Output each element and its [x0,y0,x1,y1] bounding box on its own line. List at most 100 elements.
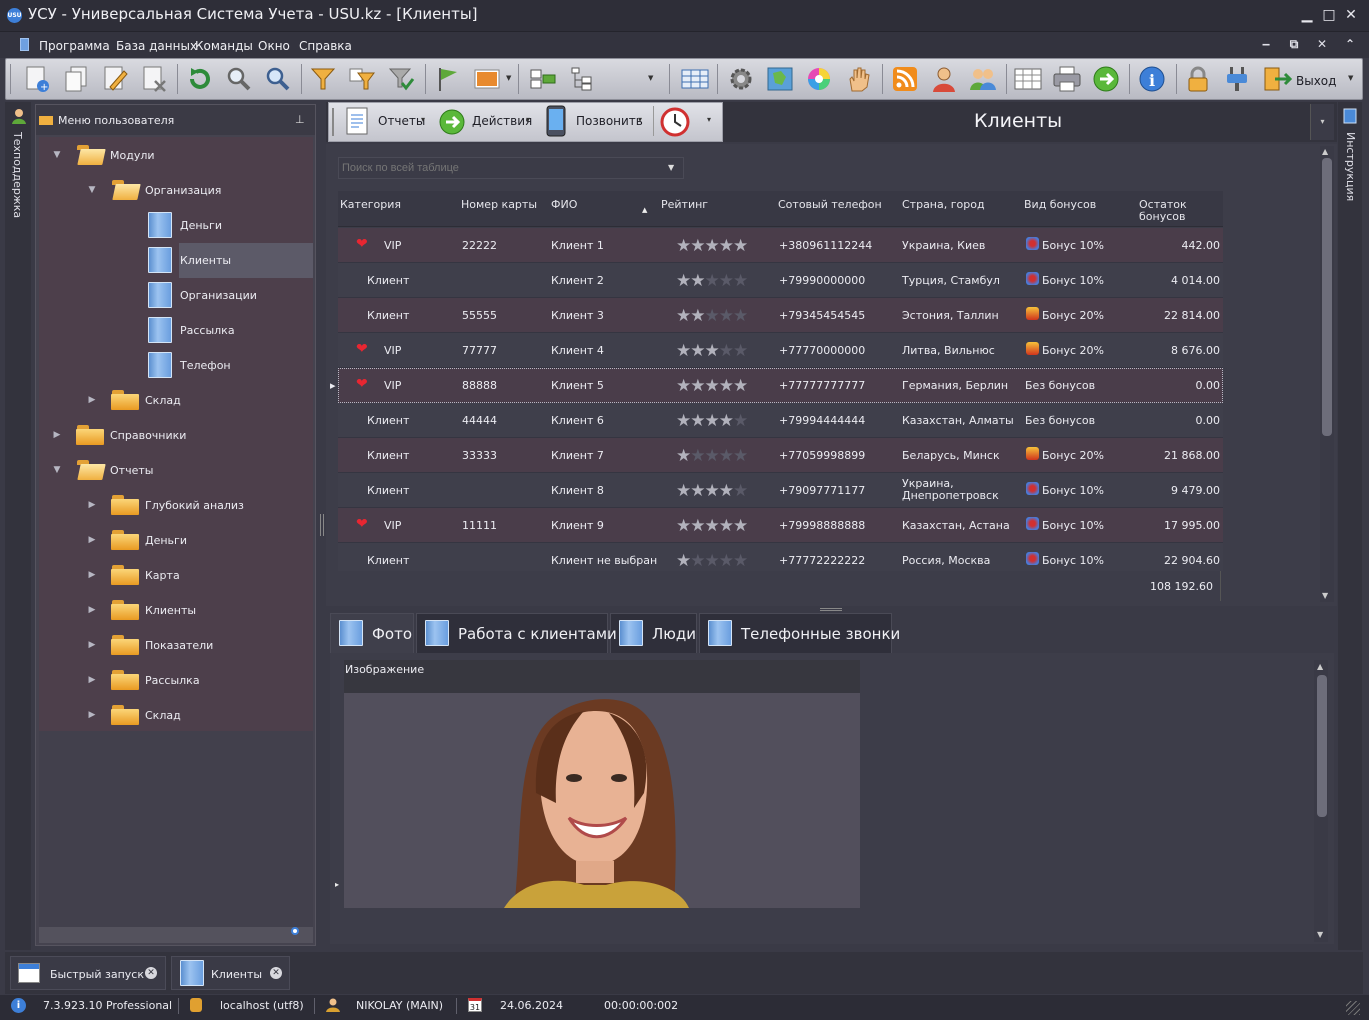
tree-dropdown-arrow[interactable]: ▼ [648,74,653,82]
table-search-input[interactable] [338,157,684,179]
phone-icon[interactable] [544,105,568,140]
reports-icon[interactable] [345,106,369,139]
user-icon[interactable] [929,64,959,94]
actions-icon[interactable] [438,108,466,139]
actions-button[interactable]: Действия [472,114,532,128]
search-dropdown-arrow[interactable]: ▼ [668,163,674,172]
menu-window[interactable]: Окно [258,39,290,53]
vertical-splitter[interactable] [320,514,324,536]
collapse-arrow-icon[interactable]: ▼ [52,150,62,160]
expand-arrow-icon[interactable]: ▶ [87,605,97,615]
column-rating[interactable]: Рейтинг [661,199,708,211]
detail-scroll-up-arrow[interactable]: ▲ [1317,662,1323,671]
nav-status-dot[interactable] [291,927,299,935]
mdi-restore-button[interactable]: ⧉ [1286,37,1302,53]
actions-dropdown-arrow[interactable]: ▾ [526,115,530,124]
mdi-close-button[interactable]: ✕ [1314,37,1330,53]
column-mobile-phone[interactable]: Сотовый телефон [778,199,882,211]
nav-item-label[interactable]: Клиенты [145,604,196,617]
nav-item-label[interactable]: Организации [180,289,257,302]
rss-icon[interactable] [890,64,920,94]
expand-arrow-icon[interactable]: ▶ [87,675,97,685]
maximize-button[interactable]: □ [1320,6,1338,24]
nav-item-label[interactable]: Отчеты [110,464,153,477]
table-icon[interactable] [1013,64,1043,94]
advanced-search-icon[interactable] [263,64,293,94]
next-icon[interactable] [1091,64,1121,94]
filter-clear-icon[interactable] [386,64,416,94]
print-icon[interactable] [1052,64,1082,94]
edit-icon[interactable] [100,64,130,94]
nav-item-label[interactable]: Модули [110,149,155,162]
column-bonus-balance[interactable]: Остаток бонусов [1139,199,1199,223]
search-icon[interactable] [224,64,254,94]
collapse-arrow-icon[interactable]: ▼ [87,185,97,195]
expand-arrow-icon[interactable]: ▶ [87,640,97,650]
lock-icon[interactable] [1183,64,1213,94]
column-country-city[interactable]: Страна, город [902,199,985,211]
nav-item-label[interactable]: Склад [145,709,181,722]
header-dropdown-button[interactable]: ▾ [1310,104,1334,140]
scroll-down-arrow[interactable]: ▼ [1322,591,1328,600]
mdi-minimize-button[interactable]: ‒ [1258,37,1274,53]
sub-toolbar-grip[interactable] [332,108,334,136]
nav-item-label[interactable]: Клиенты [180,254,231,267]
plugin-icon[interactable] [1222,64,1252,94]
grid-scroll-thumb[interactable] [1322,158,1332,436]
nav-item-label[interactable]: Организация [145,184,221,197]
call-dropdown-arrow[interactable]: ▾ [638,115,642,124]
scroll-up-arrow[interactable]: ▲ [1322,147,1328,156]
exit-icon[interactable] [1262,64,1292,94]
info-icon[interactable]: i [1137,64,1167,94]
filter-icon[interactable] [308,64,338,94]
call-button[interactable]: Позвонить [576,114,643,128]
nav-item-label[interactable]: Деньги [145,534,187,547]
instruction-tab[interactable]: Инструкция [1344,132,1357,201]
support-tab[interactable]: Техподдержка [11,132,24,218]
delete-icon[interactable] [139,64,169,94]
group-icon[interactable] [528,64,558,94]
tree-icon[interactable] [567,64,597,94]
menu-help[interactable]: Справка [299,39,352,53]
expand-arrow-icon[interactable]: ▶ [52,430,62,440]
filter-add-icon[interactable] [347,64,377,94]
column-card-number[interactable]: Номер карты [461,199,537,211]
close-button[interactable]: ✕ [1342,6,1360,24]
client-photo[interactable] [344,693,860,908]
minimize-button[interactable]: ▁ [1298,6,1316,24]
sub-toolbar-overflow-arrow[interactable]: ▾ [707,115,711,124]
nav-item-label[interactable]: Глубокий анализ [145,499,244,512]
expand-arrow-icon[interactable]: ▶ [87,395,97,405]
column-name[interactable]: ФИО [551,199,577,211]
instruction-icon[interactable] [1342,108,1358,127]
detail-scroll-down-arrow[interactable]: ▼ [1317,930,1323,939]
grid-icon[interactable] [680,64,710,94]
menu-program[interactable]: Программа [39,39,110,53]
image-dropdown-arrow[interactable]: ▼ [506,74,511,82]
column-bonus-type[interactable]: Вид бонусов [1024,199,1096,211]
exit-label[interactable]: Выход [1296,74,1336,88]
new-record-icon[interactable]: + [22,64,52,94]
nav-item-label[interactable]: Рассылка [180,324,235,337]
image-icon[interactable] [472,64,502,94]
task-clients-close-icon[interactable]: ✕ [270,967,282,979]
mdi-pin-button[interactable]: ⌃ [1342,37,1358,53]
refresh-icon[interactable] [185,64,215,94]
color-icon[interactable] [804,64,834,94]
nav-item-label[interactable]: Карта [145,569,180,582]
detail-scroll-thumb[interactable] [1317,675,1327,817]
expand-arrow-icon[interactable]: ▶ [87,570,97,580]
nav-item-label[interactable]: Показатели [145,639,213,652]
resize-grip[interactable] [1346,1001,1360,1015]
expand-arrow-icon[interactable]: ▶ [87,535,97,545]
expand-arrow-icon[interactable]: ▶ [87,710,97,720]
task-quick-launch-close-icon[interactable]: ✕ [145,967,157,979]
horizontal-splitter[interactable] [820,608,842,611]
collapse-arrow-icon[interactable]: ▼ [52,465,62,475]
nav-item-label[interactable]: Склад [145,394,181,407]
timer-icon[interactable] [660,107,690,140]
flag-icon[interactable] [433,64,463,94]
toolbar-overflow-arrow[interactable]: ▼ [1348,74,1353,82]
reports-button[interactable]: Отчеты [378,114,425,128]
support-icon[interactable] [11,108,27,127]
